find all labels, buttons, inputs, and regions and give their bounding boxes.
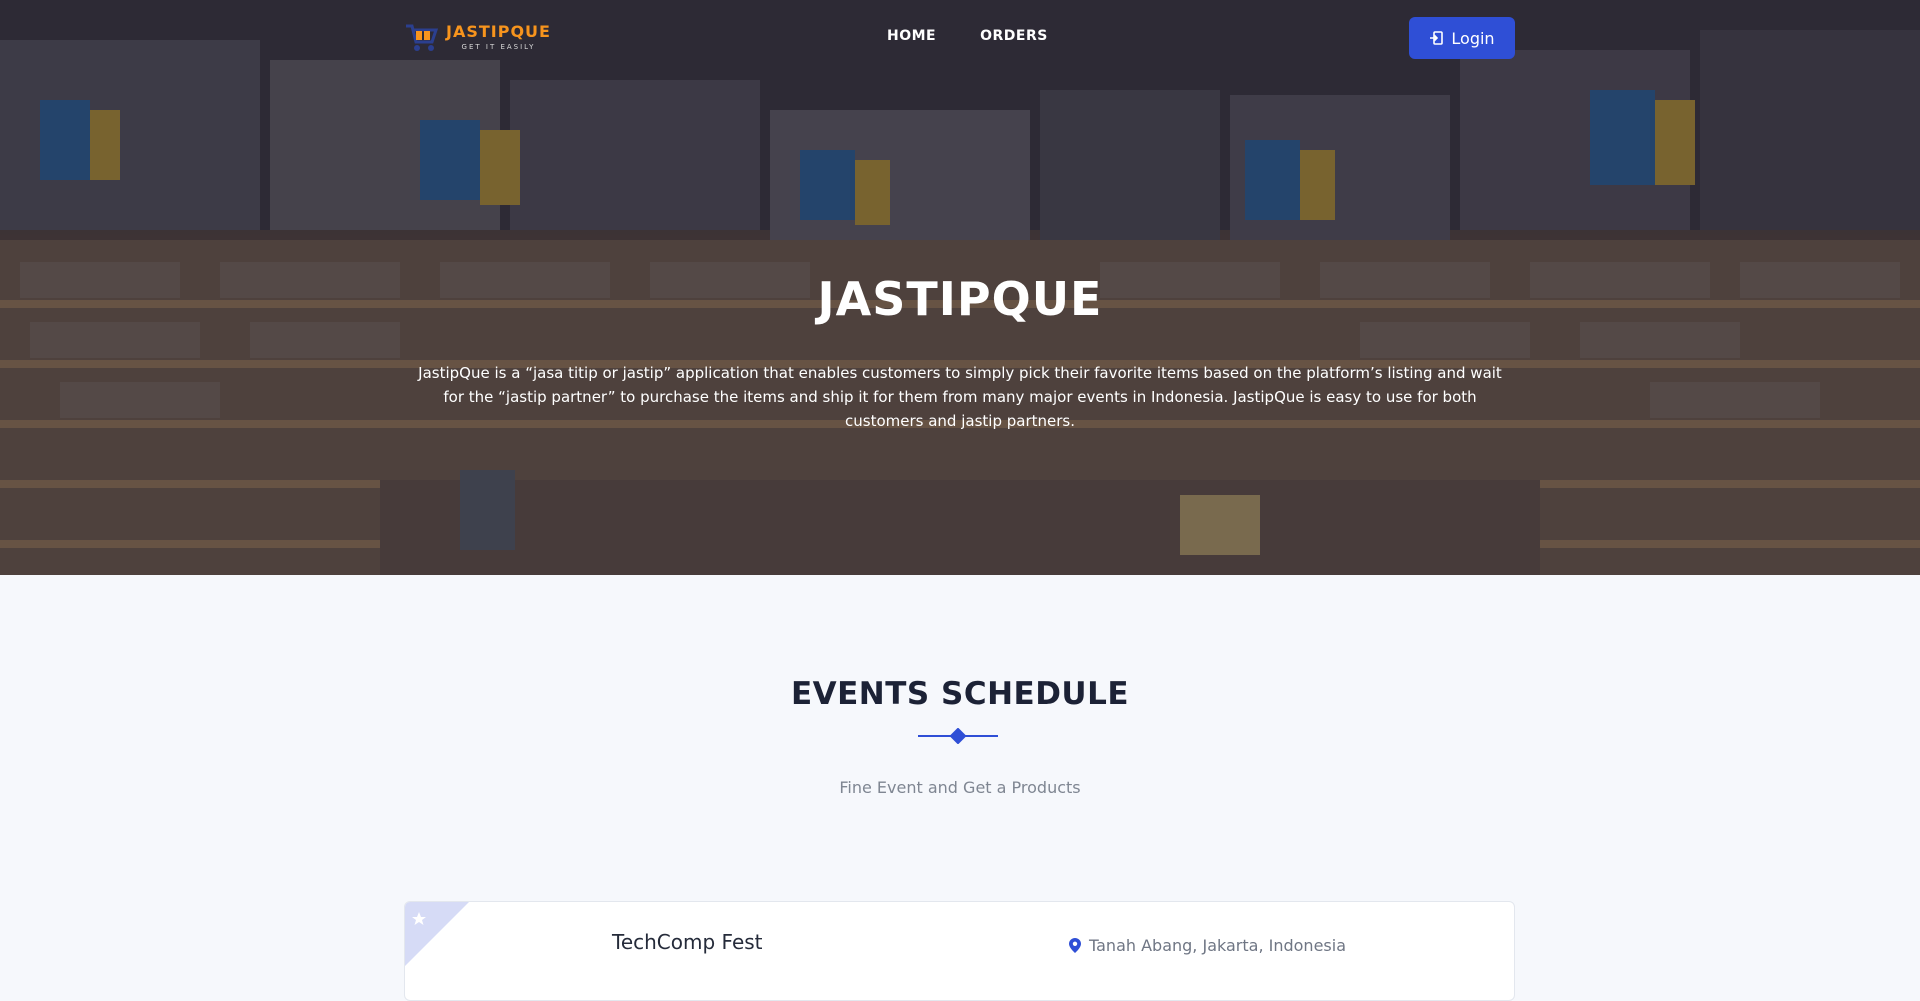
login-button[interactable]: Login — [1409, 17, 1515, 59]
brand-tagline: GET IT EASILY — [461, 42, 536, 51]
event-name: TechComp Fest — [612, 930, 763, 954]
hero-title: JASTIPQUE — [817, 272, 1103, 326]
nav-orders-link[interactable]: ORDERS — [980, 28, 1048, 44]
events-section-title: EVENTS SCHEDULE — [790, 676, 1130, 712]
login-label: Login — [1451, 28, 1495, 48]
event-card[interactable]: TechComp Fest Tanah Abang, Jakarta, Indo… — [404, 901, 1515, 1001]
top-navbar: JASTIPQUE GET IT EASILY HOME ORDERS Logi… — [0, 0, 1920, 80]
events-section-subtitle: Fine Event and Get a Products — [839, 778, 1081, 797]
nav-home-link[interactable]: HOME — [887, 28, 936, 44]
login-icon — [1430, 31, 1444, 45]
star-icon — [405, 902, 469, 966]
hero-banner: JASTIPQUE GET IT EASILY HOME ORDERS Logi… — [0, 0, 1920, 575]
title-divider — [918, 728, 998, 744]
hero-description: JastipQue is a “jasa titip or jastip” ap… — [418, 364, 1502, 430]
shopping-cart-icon — [406, 24, 438, 51]
nav-links: HOME ORDERS — [887, 28, 1048, 44]
map-pin-icon — [1069, 938, 1081, 953]
brand-name: JASTIPQUE — [446, 21, 551, 41]
event-location-text: Tanah Abang, Jakarta, Indonesia — [1089, 936, 1346, 955]
event-location: Tanah Abang, Jakarta, Indonesia — [1069, 936, 1346, 955]
brand-logo[interactable]: JASTIPQUE GET IT EASILY — [404, 18, 551, 54]
